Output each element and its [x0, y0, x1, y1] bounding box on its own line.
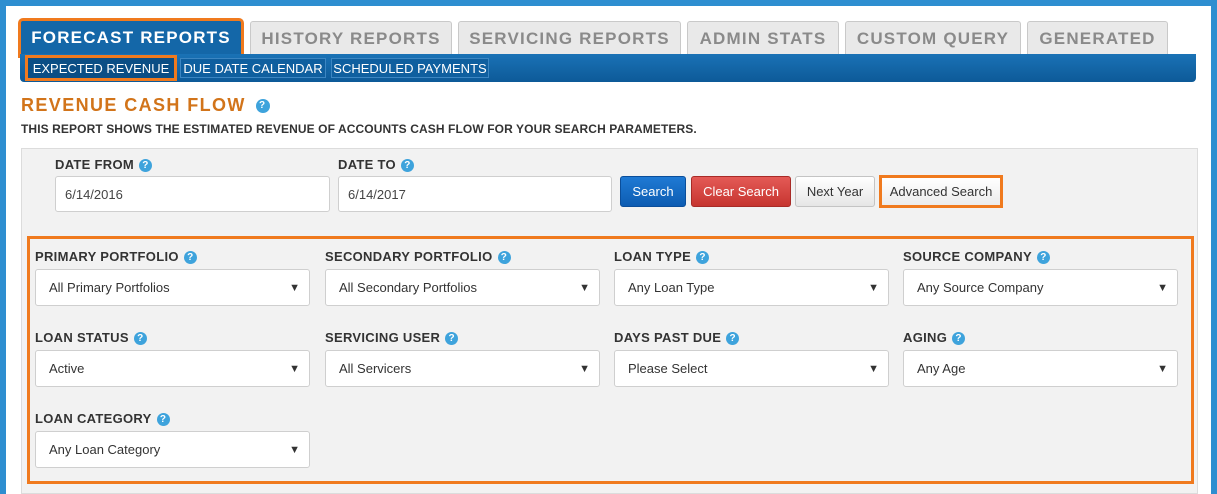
help-icon[interactable]: ? [133, 332, 147, 346]
aging-select[interactable]: Any Age ▼ [903, 350, 1178, 387]
help-icon[interactable]: ? [156, 413, 170, 427]
loan-type-label: LOAN TYPE? [614, 249, 710, 265]
help-icon[interactable]: ? [726, 332, 740, 346]
source-company-label: SOURCE COMPANY? [903, 249, 1050, 265]
date-to-label: DATE TO? [338, 157, 414, 173]
clear-search-button[interactable]: Clear Search [691, 176, 791, 207]
loan-category-label: LOAN CATEGORY? [35, 411, 170, 427]
tab-history-reports[interactable]: HISTORY REPORTS [250, 21, 452, 55]
help-icon[interactable]: ? [1036, 251, 1050, 265]
primary-portfolio-select[interactable]: All Primary Portfolios ▼ [35, 269, 310, 306]
search-button[interactable]: Search [620, 176, 686, 207]
subtab-due-date-calendar[interactable]: DUE DATE CALENDAR [180, 58, 326, 78]
days-past-due-select[interactable]: Please Select ▼ [614, 350, 889, 387]
page: FORECAST REPORTS HISTORY REPORTS SERVICI… [6, 6, 1211, 494]
days-past-due-label: DAYS PAST DUE? [614, 330, 740, 346]
chevron-down-icon: ▼ [289, 444, 300, 456]
advanced-search-button[interactable]: Advanced Search [879, 175, 1003, 208]
date-from-input[interactable]: 6/14/2016 [55, 176, 330, 212]
help-icon[interactable]: ? [497, 251, 511, 265]
loan-status-select[interactable]: Active ▼ [35, 350, 310, 387]
chevron-down-icon: ▼ [579, 282, 590, 294]
page-title: REVENUE CASH FLOW? [21, 95, 270, 116]
aging-label: AGING? [903, 330, 966, 346]
date-from-label: DATE FROM? [55, 157, 153, 173]
tab-servicing-reports[interactable]: SERVICING REPORTS [458, 21, 681, 55]
sub-navigation: EXPECTED REVENUE DUE DATE CALENDAR SCHED… [20, 54, 1196, 82]
chevron-down-icon: ▼ [289, 282, 300, 294]
secondary-portfolio-select[interactable]: All Secondary Portfolios ▼ [325, 269, 600, 306]
subtab-scheduled-payments[interactable]: SCHEDULED PAYMENTS [331, 58, 489, 78]
tab-admin-stats[interactable]: ADMIN STATS [687, 21, 839, 55]
tab-custom-query[interactable]: CUSTOM QUERY [845, 21, 1021, 55]
help-icon[interactable]: ? [952, 332, 966, 346]
chevron-down-icon: ▼ [1157, 363, 1168, 375]
chevron-down-icon: ▼ [289, 363, 300, 375]
help-icon[interactable]: ? [183, 251, 197, 265]
servicing-user-select[interactable]: All Servicers ▼ [325, 350, 600, 387]
chevron-down-icon: ▼ [868, 363, 879, 375]
tab-generated[interactable]: GENERATED [1027, 21, 1168, 55]
tab-forecast-reports[interactable]: FORECAST REPORTS [18, 18, 244, 58]
primary-portfolio-label: PRIMARY PORTFOLIO? [35, 249, 197, 265]
subtab-expected-revenue[interactable]: EXPECTED REVENUE [25, 55, 177, 81]
source-company-select[interactable]: Any Source Company ▼ [903, 269, 1178, 306]
date-to-input[interactable]: 6/14/2017 [338, 176, 612, 212]
help-icon[interactable]: ? [445, 332, 459, 346]
help-icon[interactable]: ? [400, 159, 414, 173]
next-year-button[interactable]: Next Year [795, 176, 875, 207]
loan-type-select[interactable]: Any Loan Type ▼ [614, 269, 889, 306]
chevron-down-icon: ▼ [868, 282, 879, 294]
servicing-user-label: SERVICING USER? [325, 330, 459, 346]
chevron-down-icon: ▼ [1157, 282, 1168, 294]
loan-category-select[interactable]: Any Loan Category ▼ [35, 431, 310, 468]
secondary-portfolio-label: SECONDARY PORTFOLIO? [325, 249, 511, 265]
chevron-down-icon: ▼ [579, 363, 590, 375]
loan-status-label: LOAN STATUS? [35, 330, 147, 346]
help-icon[interactable]: ? [139, 159, 153, 173]
help-icon[interactable]: ? [255, 99, 270, 114]
page-description: THIS REPORT SHOWS THE ESTIMATED REVENUE … [21, 122, 697, 136]
help-icon[interactable]: ? [696, 251, 710, 265]
